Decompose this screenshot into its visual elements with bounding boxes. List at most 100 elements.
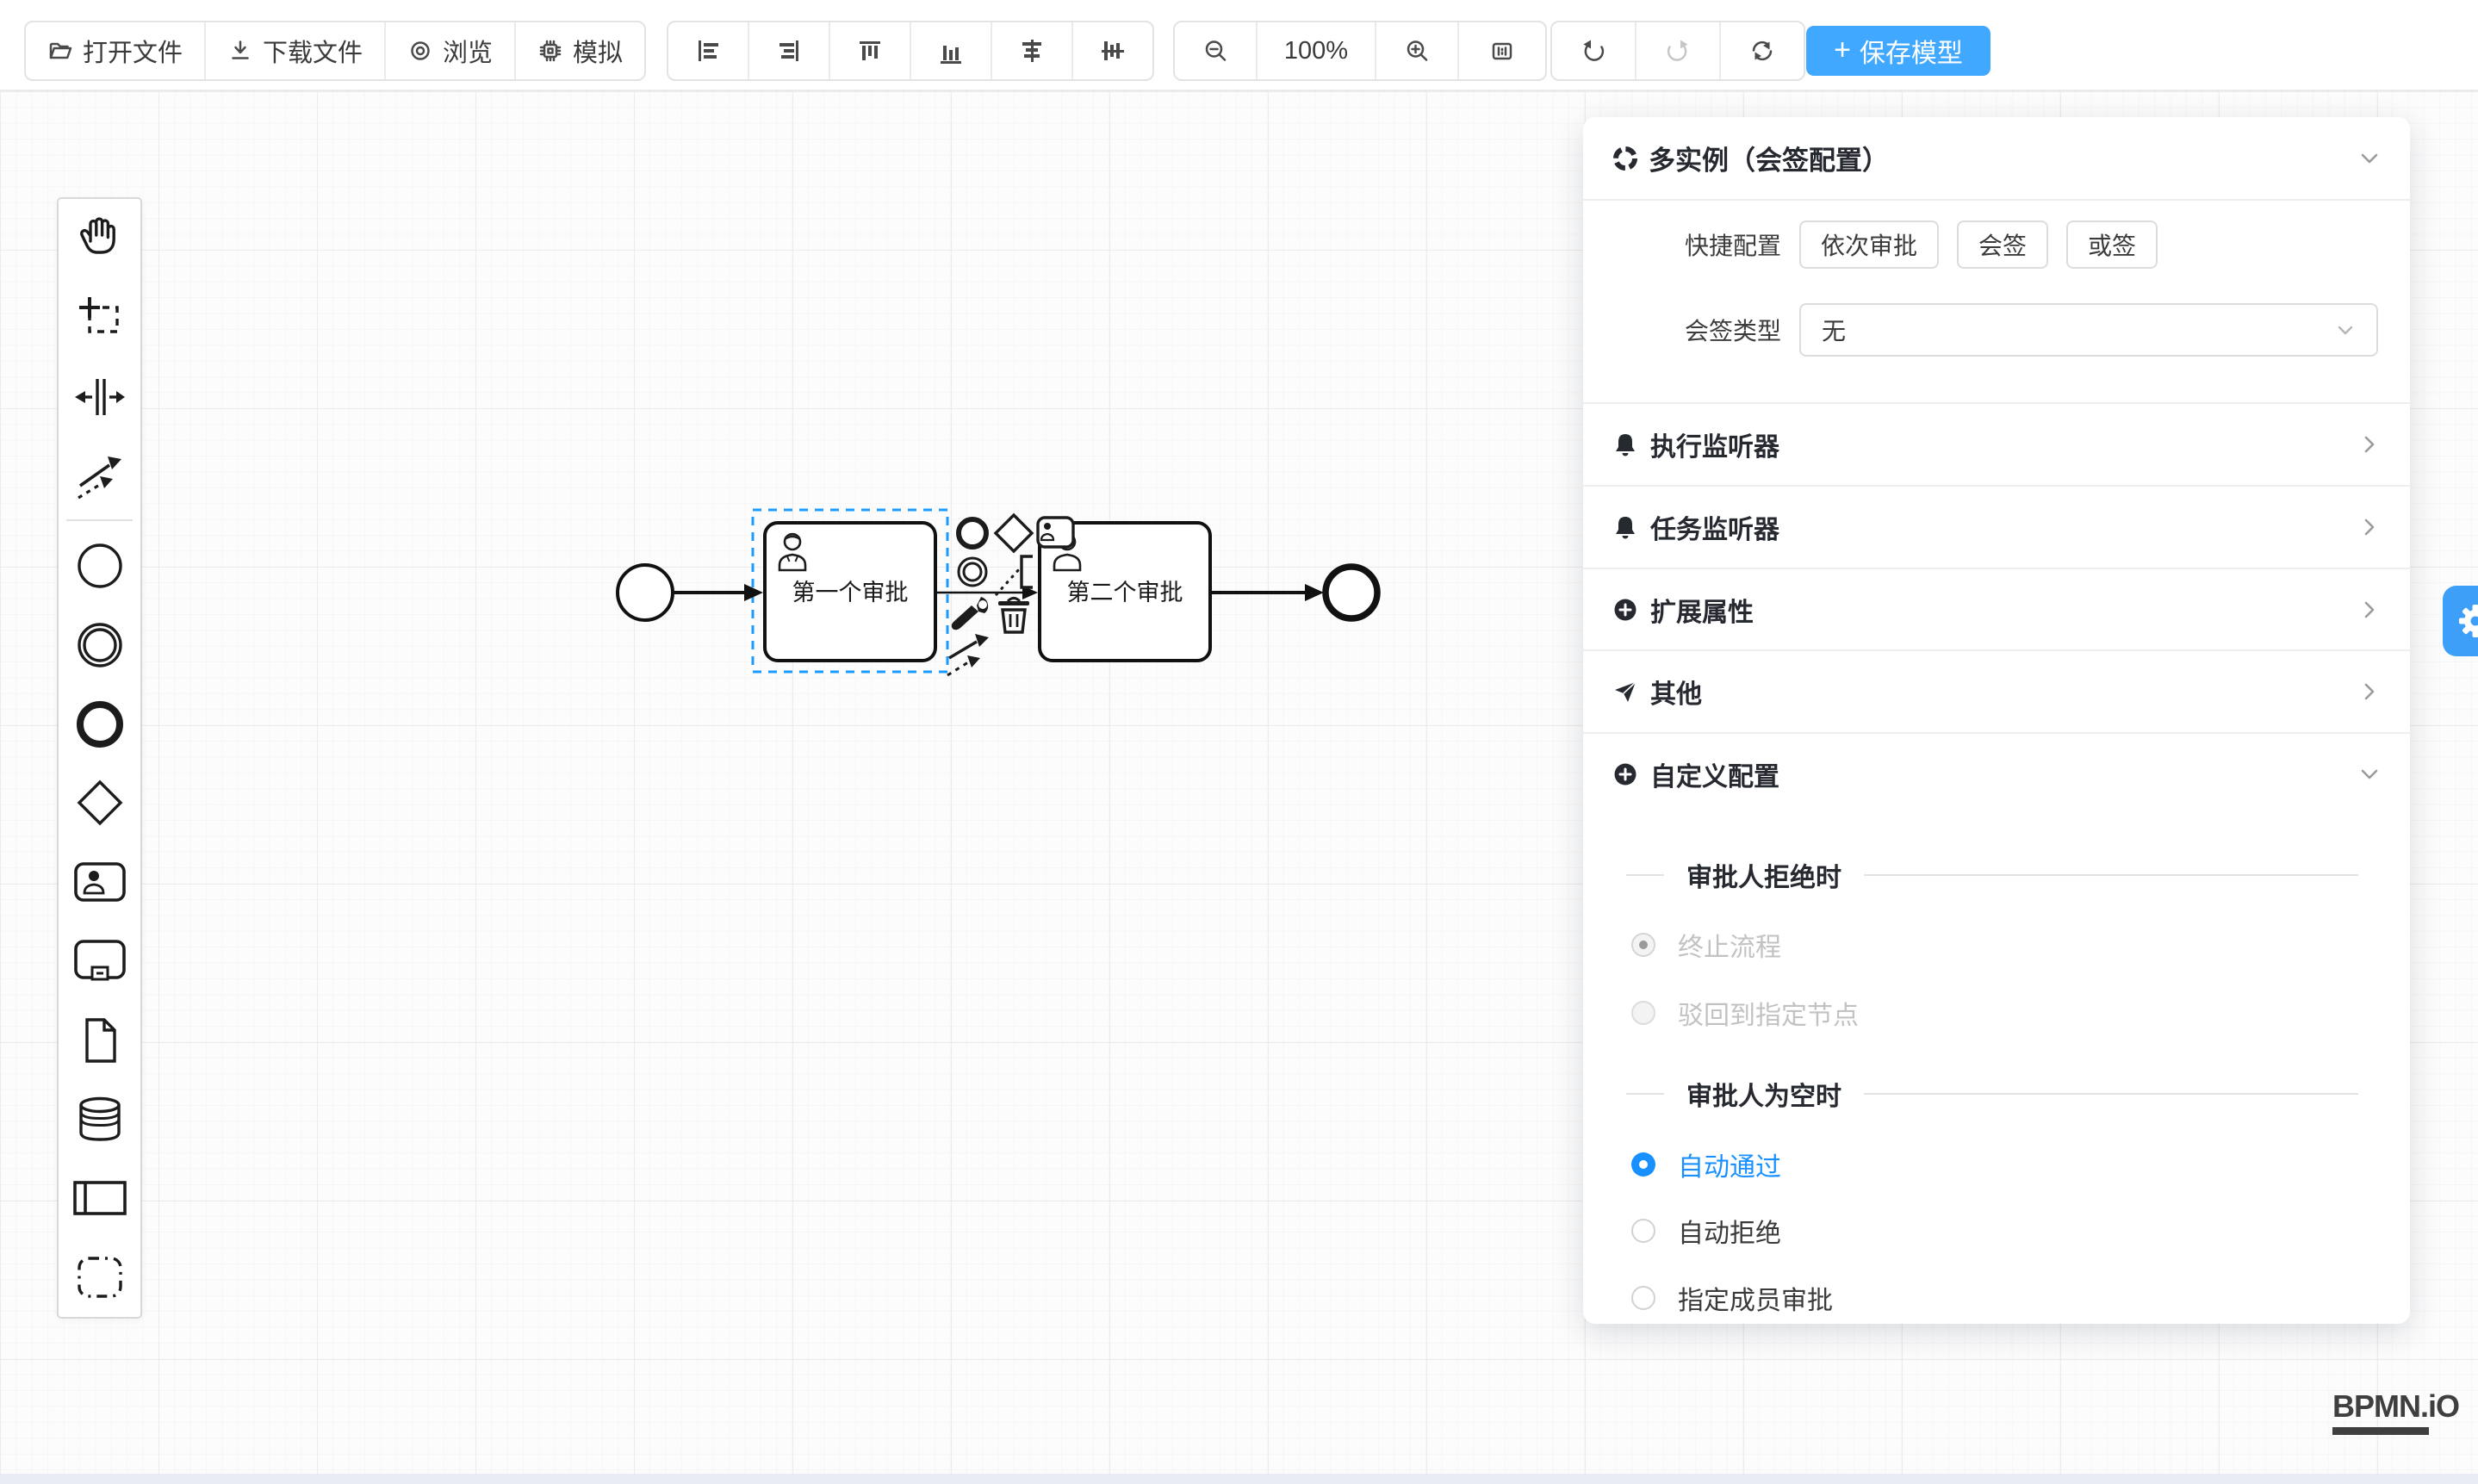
preview-button[interactable]: 浏览 — [384, 22, 514, 79]
undo-button[interactable] — [1552, 22, 1635, 79]
redo-button[interactable] — [1635, 22, 1719, 79]
connect-icon — [75, 451, 125, 501]
countersign-type-select[interactable]: 无 — [1799, 303, 2378, 357]
radio-selected-disabled — [1631, 933, 1655, 957]
select-value: 无 — [1822, 313, 1846, 347]
section-other[interactable]: 其他 — [1583, 649, 2410, 732]
file-button-group: 打开文件 下载文件 浏览 — [24, 21, 646, 81]
zoom-button-group: 100% — [1173, 21, 1547, 81]
quick-option-countersign[interactable]: 会签 — [1957, 220, 2048, 269]
reset-button[interactable] — [1719, 22, 1804, 79]
group-icon — [75, 1254, 125, 1301]
horizontal-scrollbar[interactable] — [0, 1474, 2478, 1484]
align-right-icon — [775, 37, 803, 65]
download-file-button[interactable]: 下载文件 — [204, 22, 384, 79]
save-model-button[interactable]: + 保存模型 — [1806, 26, 1990, 76]
intermediate-event-icon — [75, 620, 125, 670]
space-tool[interactable] — [75, 372, 125, 422]
quick-option-orsign[interactable]: 或签 — [2066, 220, 2158, 269]
append-end-event-button[interactable] — [959, 519, 986, 547]
panel-header[interactable]: 多实例（会签配置） — [1583, 117, 2410, 201]
section-extended-properties[interactable]: 扩展属性 — [1583, 568, 2410, 650]
end-event[interactable] — [1326, 567, 1377, 618]
create-participant[interactable] — [72, 1179, 127, 1217]
zoom-out-button[interactable] — [1175, 22, 1256, 79]
data-object-icon — [75, 1015, 125, 1065]
radio-unselected[interactable] — [1631, 1219, 1655, 1243]
top-toolbar: 打开文件 下载文件 浏览 — [0, 0, 2478, 91]
task-first-approval[interactable]: 第一个审批 — [765, 523, 935, 661]
history-button-group — [1550, 21, 1805, 81]
logo-text: BPMN.iO — [2332, 1388, 2459, 1425]
create-start-event[interactable] — [75, 541, 125, 591]
lasso-tool[interactable] — [75, 293, 125, 343]
append-user-task-button[interactable] — [1038, 518, 1073, 547]
countersign-type-label: 会签类型 — [1662, 313, 1781, 347]
sequence-flow-1[interactable] — [674, 584, 763, 601]
align-center-horizontal-button[interactable] — [991, 22, 1071, 79]
chevron-down-icon — [2358, 763, 2381, 785]
append-text-annotation-button[interactable] — [997, 556, 1033, 594]
start-event-icon — [75, 541, 125, 591]
task2-label: 第二个审批 — [1067, 580, 1183, 605]
global-connect-tool[interactable] — [75, 451, 125, 501]
radio-auto-pass[interactable]: 自动通过 — [1631, 1147, 1781, 1182]
quick-option-sequential[interactable]: 依次审批 — [1799, 220, 1939, 269]
section-execution-listener[interactable]: 执行监听器 — [1583, 402, 2410, 485]
space-tool-icon — [75, 372, 125, 422]
radio-terminate-process: 终止流程 — [1631, 928, 1781, 962]
append-gateway-button[interactable] — [996, 515, 1032, 551]
append-intermediate-event-button[interactable] — [959, 558, 986, 586]
sequence-flow-3[interactable] — [1212, 584, 1324, 601]
trash-icon[interactable] — [998, 599, 1029, 633]
fit-viewport-icon — [1489, 38, 1515, 64]
align-left-button[interactable] — [668, 22, 748, 79]
hand-tool[interactable] — [75, 212, 125, 262]
multi-instance-icon — [1612, 146, 1638, 171]
align-right-button[interactable] — [748, 22, 829, 79]
create-data-object[interactable] — [75, 1015, 125, 1065]
tool-palette — [57, 197, 142, 1319]
radio-unselected[interactable] — [1631, 1286, 1655, 1310]
zoom-out-icon — [1202, 38, 1228, 64]
create-intermediate-event[interactable] — [75, 620, 125, 670]
quick-config-row: 快捷配置 依次审批 会签 或签 — [1583, 220, 2410, 270]
fit-viewport-button[interactable] — [1457, 22, 1545, 79]
create-end-event[interactable] — [75, 699, 125, 749]
gateway-icon — [75, 778, 125, 828]
section-custom-config[interactable]: 自定义配置 — [1583, 732, 2410, 815]
bell-icon — [1612, 432, 1638, 457]
start-event[interactable] — [618, 565, 673, 620]
radio-assign-member[interactable]: 指定成员审批 — [1631, 1281, 1833, 1315]
create-user-task[interactable] — [73, 860, 127, 903]
panel-title: 多实例（会签配置） — [1649, 139, 2358, 177]
create-gateway[interactable] — [75, 778, 125, 828]
plus-icon: + — [1834, 35, 1851, 65]
open-file-button[interactable]: 打开文件 — [26, 22, 204, 79]
quick-config-label: 快捷配置 — [1662, 227, 1781, 262]
participant-icon — [72, 1179, 127, 1217]
subprocess-icon — [73, 939, 127, 984]
settings-tab[interactable] — [2443, 586, 2478, 656]
create-group[interactable] — [75, 1254, 125, 1301]
zoom-level[interactable]: 100% — [1256, 22, 1375, 79]
simulate-button[interactable]: 模拟 — [514, 22, 644, 79]
radio-selected[interactable] — [1631, 1152, 1655, 1177]
align-bottom-button[interactable] — [910, 22, 991, 79]
create-data-store[interactable] — [75, 1096, 125, 1142]
create-subprocess[interactable] — [73, 939, 127, 984]
bell-icon — [1612, 514, 1638, 540]
radio-disabled — [1631, 1001, 1655, 1025]
radio-auto-reject[interactable]: 自动拒绝 — [1631, 1214, 1781, 1248]
align-top-button[interactable] — [829, 22, 910, 79]
reject-group-title: 审批人拒绝时 — [1626, 860, 2358, 890]
bpmn-io-logo[interactable]: BPMN.iO — [2332, 1388, 2459, 1435]
align-center-vertical-button[interactable] — [1071, 22, 1152, 79]
align-top-icon — [856, 37, 884, 65]
section-task-listener[interactable]: 任务监听器 — [1583, 485, 2410, 568]
zoom-in-button[interactable] — [1375, 22, 1457, 79]
connect-tool-icon[interactable] — [947, 634, 989, 675]
chevron-right-icon — [2358, 599, 2381, 621]
wrench-icon[interactable] — [952, 597, 988, 630]
send-icon — [1612, 679, 1638, 705]
